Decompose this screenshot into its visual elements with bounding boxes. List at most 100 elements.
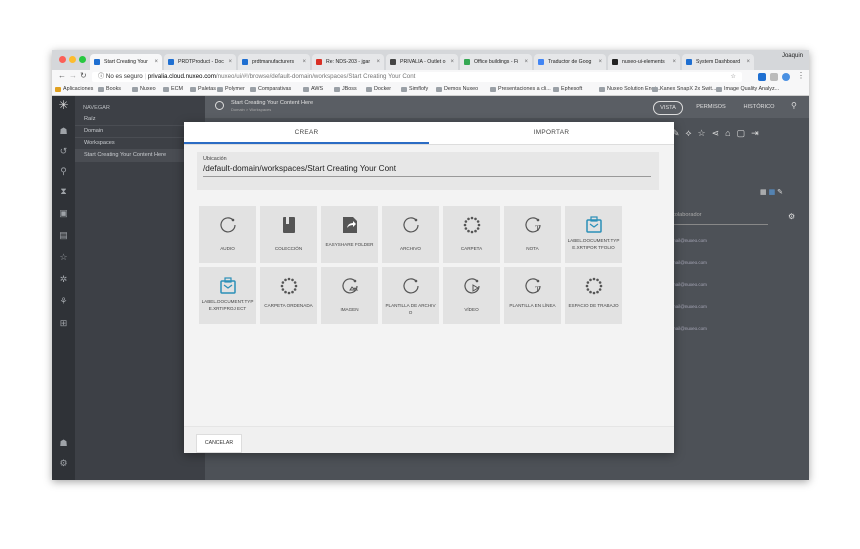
export-icon[interactable]: ⇥ bbox=[751, 128, 765, 138]
favorite-icon[interactable]: ☆ bbox=[698, 128, 712, 138]
close-tab-icon[interactable]: × bbox=[672, 54, 676, 70]
image-icon[interactable]: ▣ bbox=[58, 208, 69, 219]
bookmark-item[interactable]: Books bbox=[98, 84, 121, 95]
tab-history[interactable]: HISTÓRICO bbox=[739, 101, 779, 113]
tab-create[interactable]: CREAR bbox=[184, 122, 429, 144]
doc-type-tile[interactable]: CARPETA ORDENADA bbox=[260, 267, 317, 324]
browser-tab[interactable]: System Dashboard × bbox=[682, 54, 754, 70]
doc-type-tile[interactable]: EASYSHARE FOLDER bbox=[321, 206, 378, 263]
url-field[interactable]: ⓘ No es seguro | privalia.cloud.nuxeo.co… bbox=[92, 72, 742, 82]
bg-row: mail@nuxeo.com bbox=[672, 238, 707, 243]
bookmark-item[interactable]: JBoss bbox=[334, 84, 357, 95]
lock-icon[interactable]: ⌂ bbox=[725, 128, 736, 138]
browser-tab[interactable]: PRIVALIA - Outlet o × bbox=[386, 54, 458, 70]
bookmark-item[interactable]: Comparativas bbox=[250, 84, 291, 95]
browser-tab[interactable]: Office buildings - Fi × bbox=[460, 54, 532, 70]
browser-tab[interactable]: nuxeo-ui-elements × bbox=[608, 54, 680, 70]
doc-type-tile[interactable]: AUDIO bbox=[199, 206, 256, 263]
bookmark-item[interactable]: Polymer bbox=[217, 84, 245, 95]
doc-type-tile[interactable]: T PLANTILLA EN LÍNEA bbox=[504, 267, 561, 324]
search-icon[interactable]: ⚲ bbox=[791, 101, 797, 110]
close-tab-icon[interactable]: × bbox=[154, 54, 158, 70]
bookmark-item[interactable]: Demos Nuxeo bbox=[436, 84, 478, 95]
close-tab-icon[interactable]: × bbox=[746, 54, 750, 70]
location-field[interactable]: Ubicación /default-domain/workspaces/Sta… bbox=[197, 152, 659, 190]
browser-tab[interactable]: prdtmanufacturers × bbox=[238, 54, 310, 70]
doc-type-tile[interactable]: VÍDEO bbox=[443, 267, 500, 324]
network-icon[interactable]: ☗ bbox=[58, 438, 69, 449]
doc-type-tile[interactable]: COLECCIÓN bbox=[260, 206, 317, 263]
bg-filter-field[interactable]: colaborador bbox=[672, 212, 768, 225]
pencil-icon[interactable]: ✎ bbox=[777, 189, 783, 196]
share-icon[interactable]: ⟡ bbox=[686, 128, 698, 138]
doc-type-tile[interactable]: LABEL.DOCUMENT.TYPE.XRTIPOR TFOLIO bbox=[565, 206, 622, 263]
maximize-window-button[interactable] bbox=[79, 56, 86, 63]
browse-icon[interactable]: ☗ bbox=[58, 126, 69, 137]
close-tab-icon[interactable]: × bbox=[376, 54, 380, 70]
browser-tab[interactable]: Traductor de Goog × bbox=[534, 54, 606, 70]
doc-type-tile[interactable]: ESPACIO DE TRABAJO bbox=[565, 267, 622, 324]
edit-icon[interactable]: ✎ bbox=[672, 128, 686, 138]
settings-icon[interactable]: ⚙ bbox=[788, 212, 795, 221]
search-icon[interactable]: ⚲ bbox=[58, 166, 69, 177]
bookmark-item[interactable]: Ephesoft bbox=[553, 84, 582, 95]
minimize-window-button[interactable] bbox=[69, 56, 76, 63]
doc-type-tile[interactable]: LABEL.DOCUMENT.TYPE.XRTIPROJ ECT bbox=[199, 267, 256, 324]
bookmark-item[interactable]: Nuxeo bbox=[132, 84, 156, 95]
browser-tab-label: prdtmanufacturers bbox=[252, 59, 295, 65]
doc-type-tile[interactable]: IMAGEN bbox=[321, 267, 378, 324]
tasks-icon[interactable]: ✲ bbox=[58, 274, 69, 285]
close-window-button[interactable] bbox=[59, 56, 66, 63]
doc-type-tile[interactable]: T NOTA bbox=[504, 206, 561, 263]
close-tab-icon[interactable]: × bbox=[302, 54, 306, 70]
reload-icon[interactable]: ↻ bbox=[80, 71, 87, 80]
browser-tab[interactable]: PRDTProduct - Doc × bbox=[164, 54, 236, 70]
bookmark-item[interactable]: Paletas bbox=[190, 84, 216, 95]
doc-type-tile[interactable]: ARCHIVO bbox=[382, 206, 439, 263]
browser-tab-label: Traductor de Goog bbox=[548, 59, 592, 65]
profile-name[interactable]: Joaquin bbox=[782, 53, 803, 59]
tab-view[interactable]: VISTA bbox=[653, 101, 683, 115]
back-icon[interactable]: ← bbox=[58, 71, 66, 80]
copy-icon[interactable]: ▢ bbox=[737, 128, 752, 138]
browser-tab[interactable]: Re: NDS-203 - jgar × bbox=[312, 54, 384, 70]
bookmark-item[interactable]: Image Quality Analyz... bbox=[716, 84, 779, 95]
doc-type-tile[interactable]: PLANTILLA DE ARCHIVO bbox=[382, 267, 439, 324]
history-icon[interactable]: ↺ bbox=[58, 146, 69, 157]
grid-view-icon[interactable]: ▦ bbox=[760, 189, 767, 196]
tab-import[interactable]: IMPORTAR bbox=[429, 122, 674, 144]
bookmark-item[interactable]: ECM bbox=[163, 84, 183, 95]
nuxeo-extension-icon[interactable] bbox=[758, 73, 766, 81]
breadcrumb-path[interactable]: Domain > Workspaces bbox=[231, 107, 271, 112]
close-tab-icon[interactable]: × bbox=[598, 54, 602, 70]
bookmark-item[interactable]: Aplicaciones bbox=[55, 84, 93, 95]
nuxeo-logo-icon[interactable]: ✳ bbox=[58, 99, 69, 111]
clipboard-icon[interactable]: ▤ bbox=[58, 230, 69, 241]
bookmark-item[interactable]: Simflofy bbox=[401, 84, 428, 95]
bookmark-item[interactable]: AWS bbox=[303, 84, 323, 95]
close-tab-icon[interactable]: × bbox=[450, 54, 454, 70]
collection-icon bbox=[260, 216, 317, 236]
tab-permissions[interactable]: PERMISOS bbox=[693, 101, 729, 113]
cancel-button[interactable]: CANCELAR bbox=[196, 434, 242, 453]
browser-tab[interactable]: Start Creating Your × bbox=[90, 54, 162, 70]
link-icon[interactable]: ⋖ bbox=[712, 128, 726, 138]
list-view-icon[interactable]: ▦ bbox=[769, 189, 776, 196]
star-icon[interactable]: ☆ bbox=[58, 252, 69, 263]
close-tab-icon[interactable]: × bbox=[524, 54, 528, 70]
menu-icon[interactable]: ⋮ bbox=[797, 71, 805, 80]
doc-type-tile[interactable]: CARPETA bbox=[443, 206, 500, 263]
location-label: Ubicación bbox=[203, 156, 227, 162]
user-icon[interactable]: ⚙ bbox=[58, 458, 69, 469]
hourglass-icon[interactable]: ⧗ bbox=[58, 186, 69, 197]
extension-icon[interactable] bbox=[770, 73, 778, 81]
admin-icon[interactable]: ⊞ bbox=[58, 318, 69, 329]
close-tab-icon[interactable]: × bbox=[228, 54, 232, 70]
workflow-icon[interactable]: ⚘ bbox=[58, 296, 69, 307]
extension-icon[interactable] bbox=[782, 73, 790, 81]
bookmark-item[interactable]: Presentaciones a cli... bbox=[490, 84, 551, 95]
forward-icon[interactable]: → bbox=[69, 71, 77, 80]
bookmark-item[interactable]: Kanex SnapX 2x Swit... bbox=[652, 84, 716, 95]
star-icon[interactable]: ☆ bbox=[730, 72, 736, 82]
bookmark-item[interactable]: Docker bbox=[366, 84, 391, 95]
